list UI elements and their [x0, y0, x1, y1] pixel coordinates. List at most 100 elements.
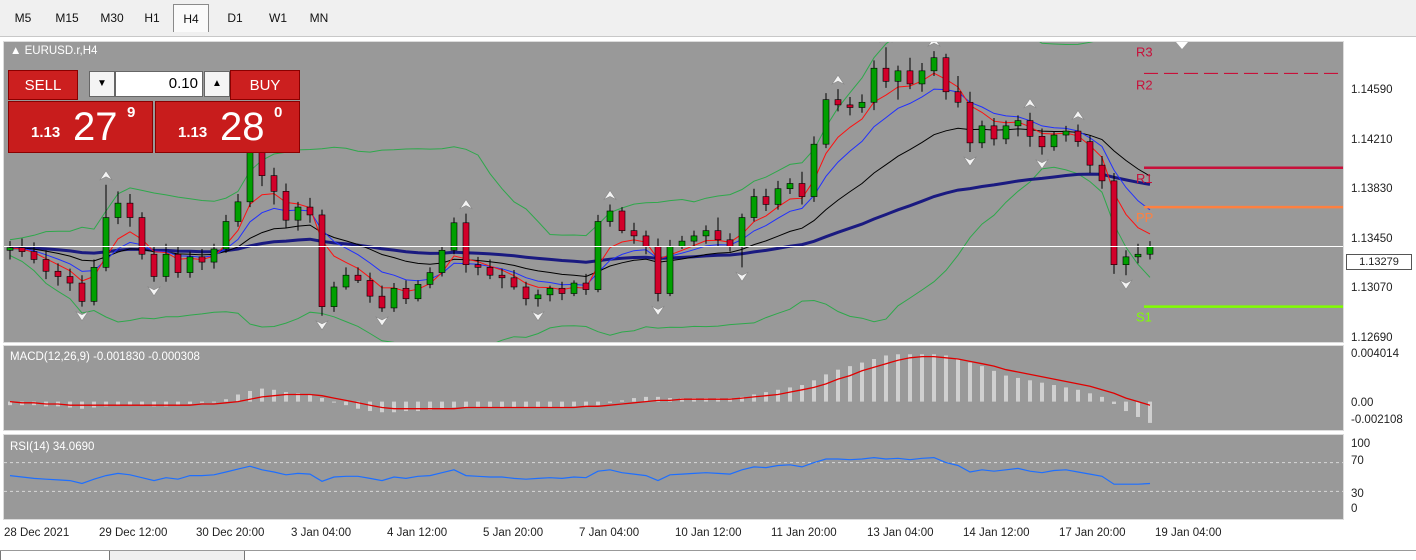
buy-button[interactable]: BUY	[230, 70, 300, 100]
timeframe-d1[interactable]: D1	[218, 4, 252, 32]
macd-histogram-bar	[764, 392, 768, 401]
time-tick: 17 Jan 20:00	[1059, 527, 1126, 539]
candle	[499, 275, 505, 278]
rsi-label: RSI(14) 34.0690	[10, 441, 94, 453]
fractal-down-arrow	[148, 287, 160, 296]
timeframe-mn[interactable]: MN	[300, 4, 338, 32]
macd-chart	[4, 346, 1343, 430]
fractal-down-arrow	[316, 321, 328, 330]
fractal-down-arrow	[652, 306, 664, 315]
macd-histogram-bar	[956, 359, 960, 402]
candle	[1147, 246, 1153, 254]
macd-histogram-bar	[344, 402, 348, 406]
price-tick: 1.13830	[1351, 183, 1393, 195]
timeframe-h4[interactable]: H4	[173, 4, 209, 32]
macd-histogram-bar	[788, 387, 792, 401]
macd-histogram-bar	[368, 402, 372, 411]
candle	[187, 257, 193, 273]
macd-histogram-bar	[200, 402, 204, 403]
chart-shift-marker	[1176, 42, 1188, 49]
lot-size-input[interactable]: 0.10	[115, 71, 203, 97]
macd-histogram-bar	[824, 374, 828, 401]
time-tick: 7 Jan 04:00	[579, 527, 639, 539]
macd-pane[interactable]: MACD(12,26,9) -0.001830 -0.000308	[3, 345, 1344, 431]
buy-price-sup: 0	[274, 104, 282, 121]
candle	[943, 58, 949, 92]
time-tick: 29 Dec 12:00	[99, 527, 167, 539]
fractal-down-arrow	[1120, 280, 1132, 289]
price-tick: 1.12690	[1351, 332, 1393, 344]
candle	[871, 68, 877, 102]
macd-histogram-bar	[332, 402, 336, 403]
macd-tick: 0.00	[1351, 397, 1373, 409]
macd-histogram-bar	[884, 355, 888, 401]
candle	[151, 254, 157, 276]
macd-histogram-bar	[524, 402, 528, 408]
candle	[523, 287, 529, 299]
candle	[355, 275, 361, 280]
candle	[1039, 136, 1045, 146]
candle	[511, 278, 517, 287]
sell-button[interactable]: SELL	[8, 70, 78, 100]
fractal-up-arrow	[460, 200, 472, 209]
candle	[643, 236, 649, 246]
lot-increase-button[interactable]: ▲	[204, 71, 230, 97]
chevron-up-icon: ▲	[212, 78, 222, 89]
macd-histogram-bar	[416, 402, 420, 411]
candle	[55, 271, 61, 276]
macd-histogram-bar	[1016, 378, 1020, 402]
timeframe-m15[interactable]: M15	[46, 4, 88, 32]
macd-histogram-bar	[920, 354, 924, 401]
sell-price-sup: 9	[127, 104, 135, 121]
sell-price-box[interactable]: 1.13 27 9	[8, 101, 153, 153]
rsi-line	[10, 458, 1150, 485]
candle	[1123, 257, 1129, 265]
candle	[703, 231, 709, 236]
candle	[535, 295, 541, 299]
timeframe-toolbar: M5 M15 M30 H1 H4 D1 W1 MN	[0, 0, 1416, 37]
macd-histogram-bar	[560, 402, 564, 408]
rsi-tick: 0	[1351, 503, 1357, 515]
pivot-r1-label: R1	[1136, 171, 1153, 186]
candle	[463, 223, 469, 265]
time-tick: 10 Jan 12:00	[675, 527, 742, 539]
timeframe-w1[interactable]: W1	[260, 4, 296, 32]
candle	[31, 252, 37, 260]
candle	[811, 144, 817, 196]
macd-histogram-bar	[536, 402, 540, 408]
candle	[679, 241, 685, 246]
candle	[367, 280, 373, 296]
candle	[1051, 135, 1057, 147]
time-tick: 14 Jan 12:00	[963, 527, 1030, 539]
time-tick: 11 Jan 20:00	[771, 527, 837, 539]
candle	[799, 183, 805, 196]
macd-histogram-bar	[1088, 393, 1092, 401]
candle	[595, 221, 601, 289]
macd-histogram-bar	[452, 402, 456, 408]
collapse-icon[interactable]: ▲	[10, 45, 21, 57]
macd-histogram-bar	[632, 398, 636, 402]
candle	[247, 152, 253, 202]
fractal-up-arrow	[1072, 111, 1084, 120]
macd-histogram-bar	[404, 402, 408, 411]
chevron-down-icon: ▼	[97, 78, 107, 89]
timeframe-m30[interactable]: M30	[90, 4, 134, 32]
lot-decrease-button[interactable]: ▼	[89, 71, 115, 97]
candle	[919, 71, 925, 84]
candle	[211, 249, 217, 262]
fractal-up-arrow	[928, 42, 940, 46]
buy-price-box[interactable]: 1.13 28 0	[155, 101, 300, 153]
candle	[547, 288, 553, 295]
candle	[847, 105, 853, 108]
macd-histogram-bar	[908, 354, 912, 401]
macd-histogram-bar	[1064, 387, 1068, 401]
candle	[415, 284, 421, 298]
candle	[775, 189, 781, 205]
timeframe-m5[interactable]: M5	[6, 4, 40, 32]
candle	[667, 246, 673, 293]
rsi-pane[interactable]: RSI(14) 34.0690	[3, 434, 1344, 520]
candle	[979, 126, 985, 143]
timeframe-h1[interactable]: H1	[137, 4, 167, 32]
macd-histogram-bar	[1112, 402, 1116, 404]
candle	[43, 259, 49, 271]
